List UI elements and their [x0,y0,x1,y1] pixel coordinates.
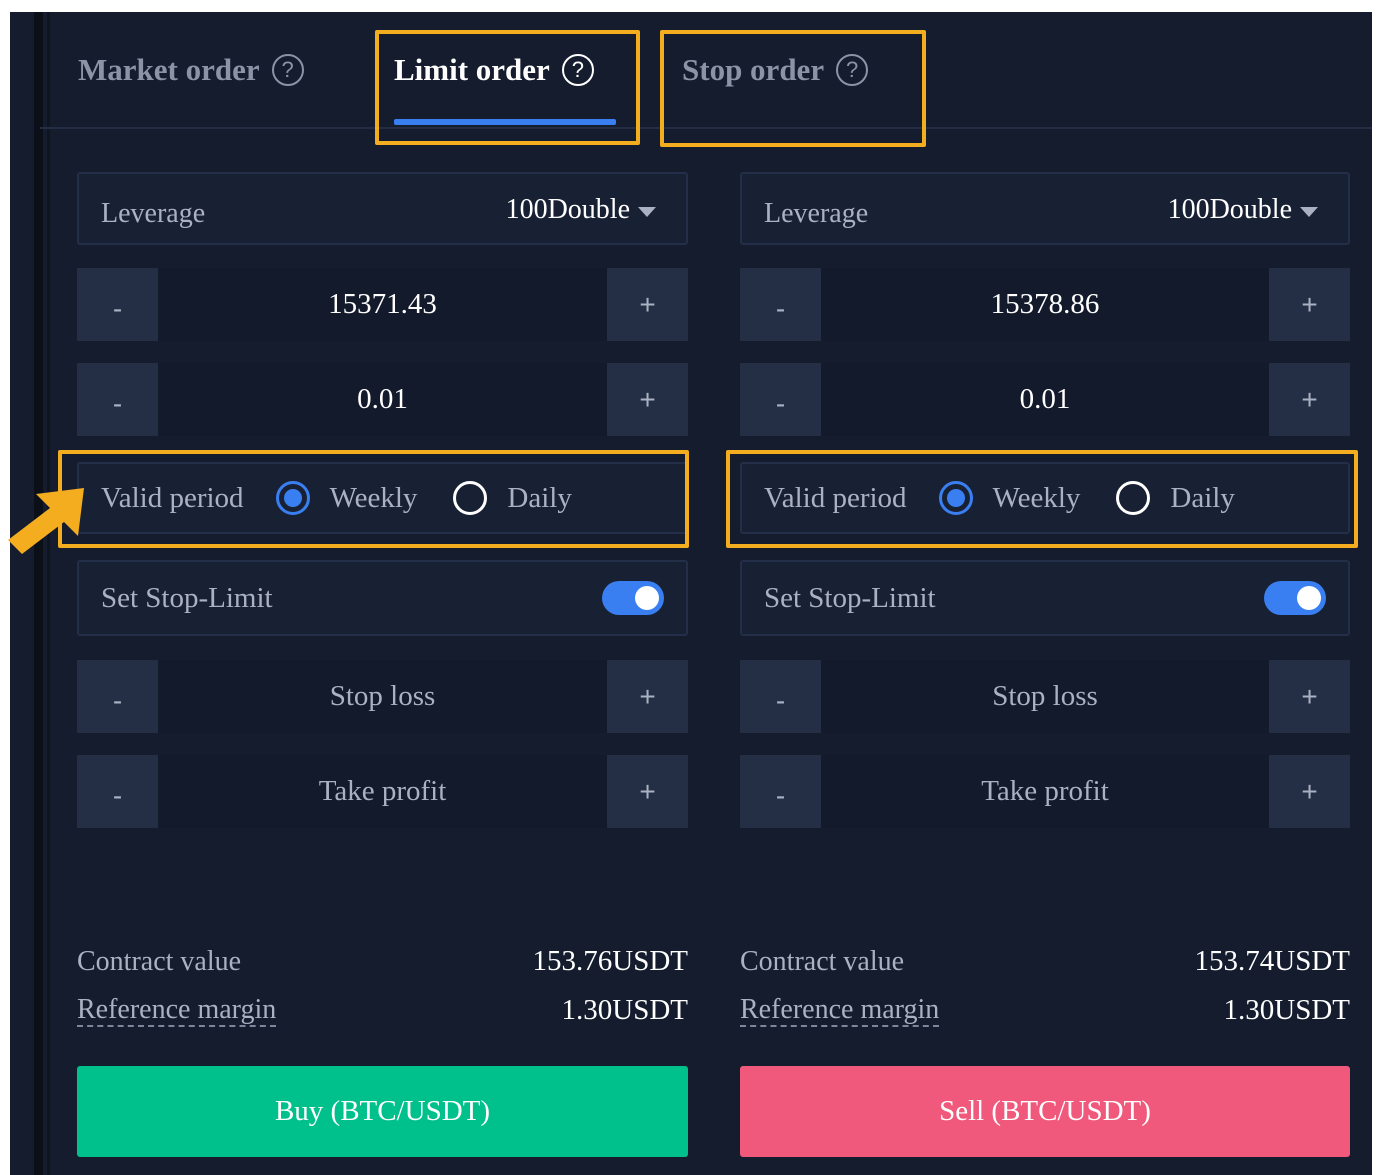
valid-period-label: Valid period [764,481,907,514]
decrement-button[interactable]: - [77,755,158,828]
valid-period-sell: Valid period Weekly Daily [740,462,1350,534]
stop-limit-row-sell: Set Stop-Limit [740,560,1350,636]
decrement-button[interactable]: - [740,363,821,436]
stop-limit-row-buy: Set Stop-Limit [77,560,688,636]
help-icon[interactable]: ? [271,54,304,86]
increment-button[interactable]: + [607,363,688,436]
stop-loss-stepper-sell: - Stop loss + [740,660,1350,733]
valid-period-label: Valid period [101,481,244,514]
stop-loss-input[interactable]: Stop loss [821,660,1269,733]
amount-input[interactable]: 0.01 [821,363,1269,436]
tab-market-order[interactable]: Market order ? [78,52,304,88]
tab-label: Market order [78,52,260,87]
leverage-value: 100Double [505,194,630,225]
increment-button[interactable]: + [1269,268,1350,341]
caret-down-icon [1300,207,1318,217]
annotation-arrow-icon [8,488,84,554]
amount-stepper-buy: - 0.01 + [77,363,688,436]
tab-limit-order[interactable]: Limit order ? [394,52,594,88]
radio-weekly[interactable] [938,481,973,515]
contract-value-label: Contract value [77,946,242,977]
reference-margin: 1.30USDT [1223,994,1350,1026]
reference-margin: 1.30USDT [561,994,688,1026]
price-stepper-sell: - 15378.86 + [740,268,1350,341]
contract-value: 153.76USDT [532,945,688,977]
decrement-button[interactable]: - [77,268,158,341]
panel-divider [34,12,43,1175]
help-icon[interactable]: ? [836,54,869,86]
radio-weekly-label: Weekly [992,481,1081,514]
stop-limit-toggle[interactable] [1264,581,1326,615]
increment-button[interactable]: + [607,268,688,341]
increment-button[interactable]: + [607,755,688,828]
radio-weekly-label: Weekly [329,481,418,514]
left-rail [10,12,34,1175]
radio-weekly[interactable] [275,481,310,515]
decrement-button[interactable]: - [740,268,821,341]
increment-button[interactable]: + [1269,363,1350,436]
decrement-button[interactable]: - [740,755,821,828]
decrement-button[interactable]: - [77,363,158,436]
leverage-label: Leverage [101,198,206,229]
buy-button[interactable]: Buy (BTC/USDT) [77,1066,688,1157]
stop-limit-label: Set Stop-Limit [101,582,273,614]
price-input[interactable]: 15371.43 [158,268,607,341]
help-icon[interactable]: ? [561,54,594,86]
tab-label: Limit order [394,52,550,87]
leverage-select-sell[interactable]: Leverage 100Double [740,172,1350,245]
increment-button[interactable]: + [607,660,688,733]
price-stepper-buy: - 15371.43 + [77,268,688,341]
reference-margin-label[interactable]: Reference margin [740,995,940,1027]
decrement-button[interactable]: - [77,660,158,733]
reference-margin-label[interactable]: Reference margin [77,995,277,1027]
price-input[interactable]: 15378.86 [821,268,1269,341]
radio-daily[interactable] [1116,481,1151,515]
stop-limit-toggle[interactable] [602,581,664,615]
take-profit-input[interactable]: Take profit [821,755,1269,828]
take-profit-stepper-sell: - Take profit + [740,755,1350,828]
take-profit-input[interactable]: Take profit [158,755,607,828]
panel-divider-thin [47,12,50,1175]
valid-period-buy: Valid period Weekly Daily [77,462,688,534]
increment-button[interactable]: + [1269,755,1350,828]
tab-stop-order[interactable]: Stop order ? [682,52,869,88]
active-tab-indicator [394,119,616,125]
tab-label: Stop order [682,52,825,87]
leverage-value: 100Double [1167,194,1292,225]
amount-stepper-sell: - 0.01 + [740,363,1350,436]
leverage-select-buy[interactable]: Leverage 100Double [77,172,688,245]
amount-input[interactable]: 0.01 [158,363,607,436]
radio-daily[interactable] [453,481,488,515]
stop-loss-stepper-buy: - Stop loss + [77,660,688,733]
contract-value-label: Contract value [740,946,905,977]
contract-value: 153.74USDT [1194,945,1350,977]
radio-daily-label: Daily [507,481,572,514]
caret-down-icon [638,207,656,217]
stop-loss-input[interactable]: Stop loss [158,660,607,733]
increment-button[interactable]: + [1269,660,1350,733]
tabs-divider [40,127,1372,129]
take-profit-stepper-buy: - Take profit + [77,755,688,828]
sell-button[interactable]: Sell (BTC/USDT) [740,1066,1350,1157]
leverage-label: Leverage [764,198,869,229]
stop-limit-label: Set Stop-Limit [764,582,936,614]
radio-daily-label: Daily [1170,481,1235,514]
decrement-button[interactable]: - [740,660,821,733]
